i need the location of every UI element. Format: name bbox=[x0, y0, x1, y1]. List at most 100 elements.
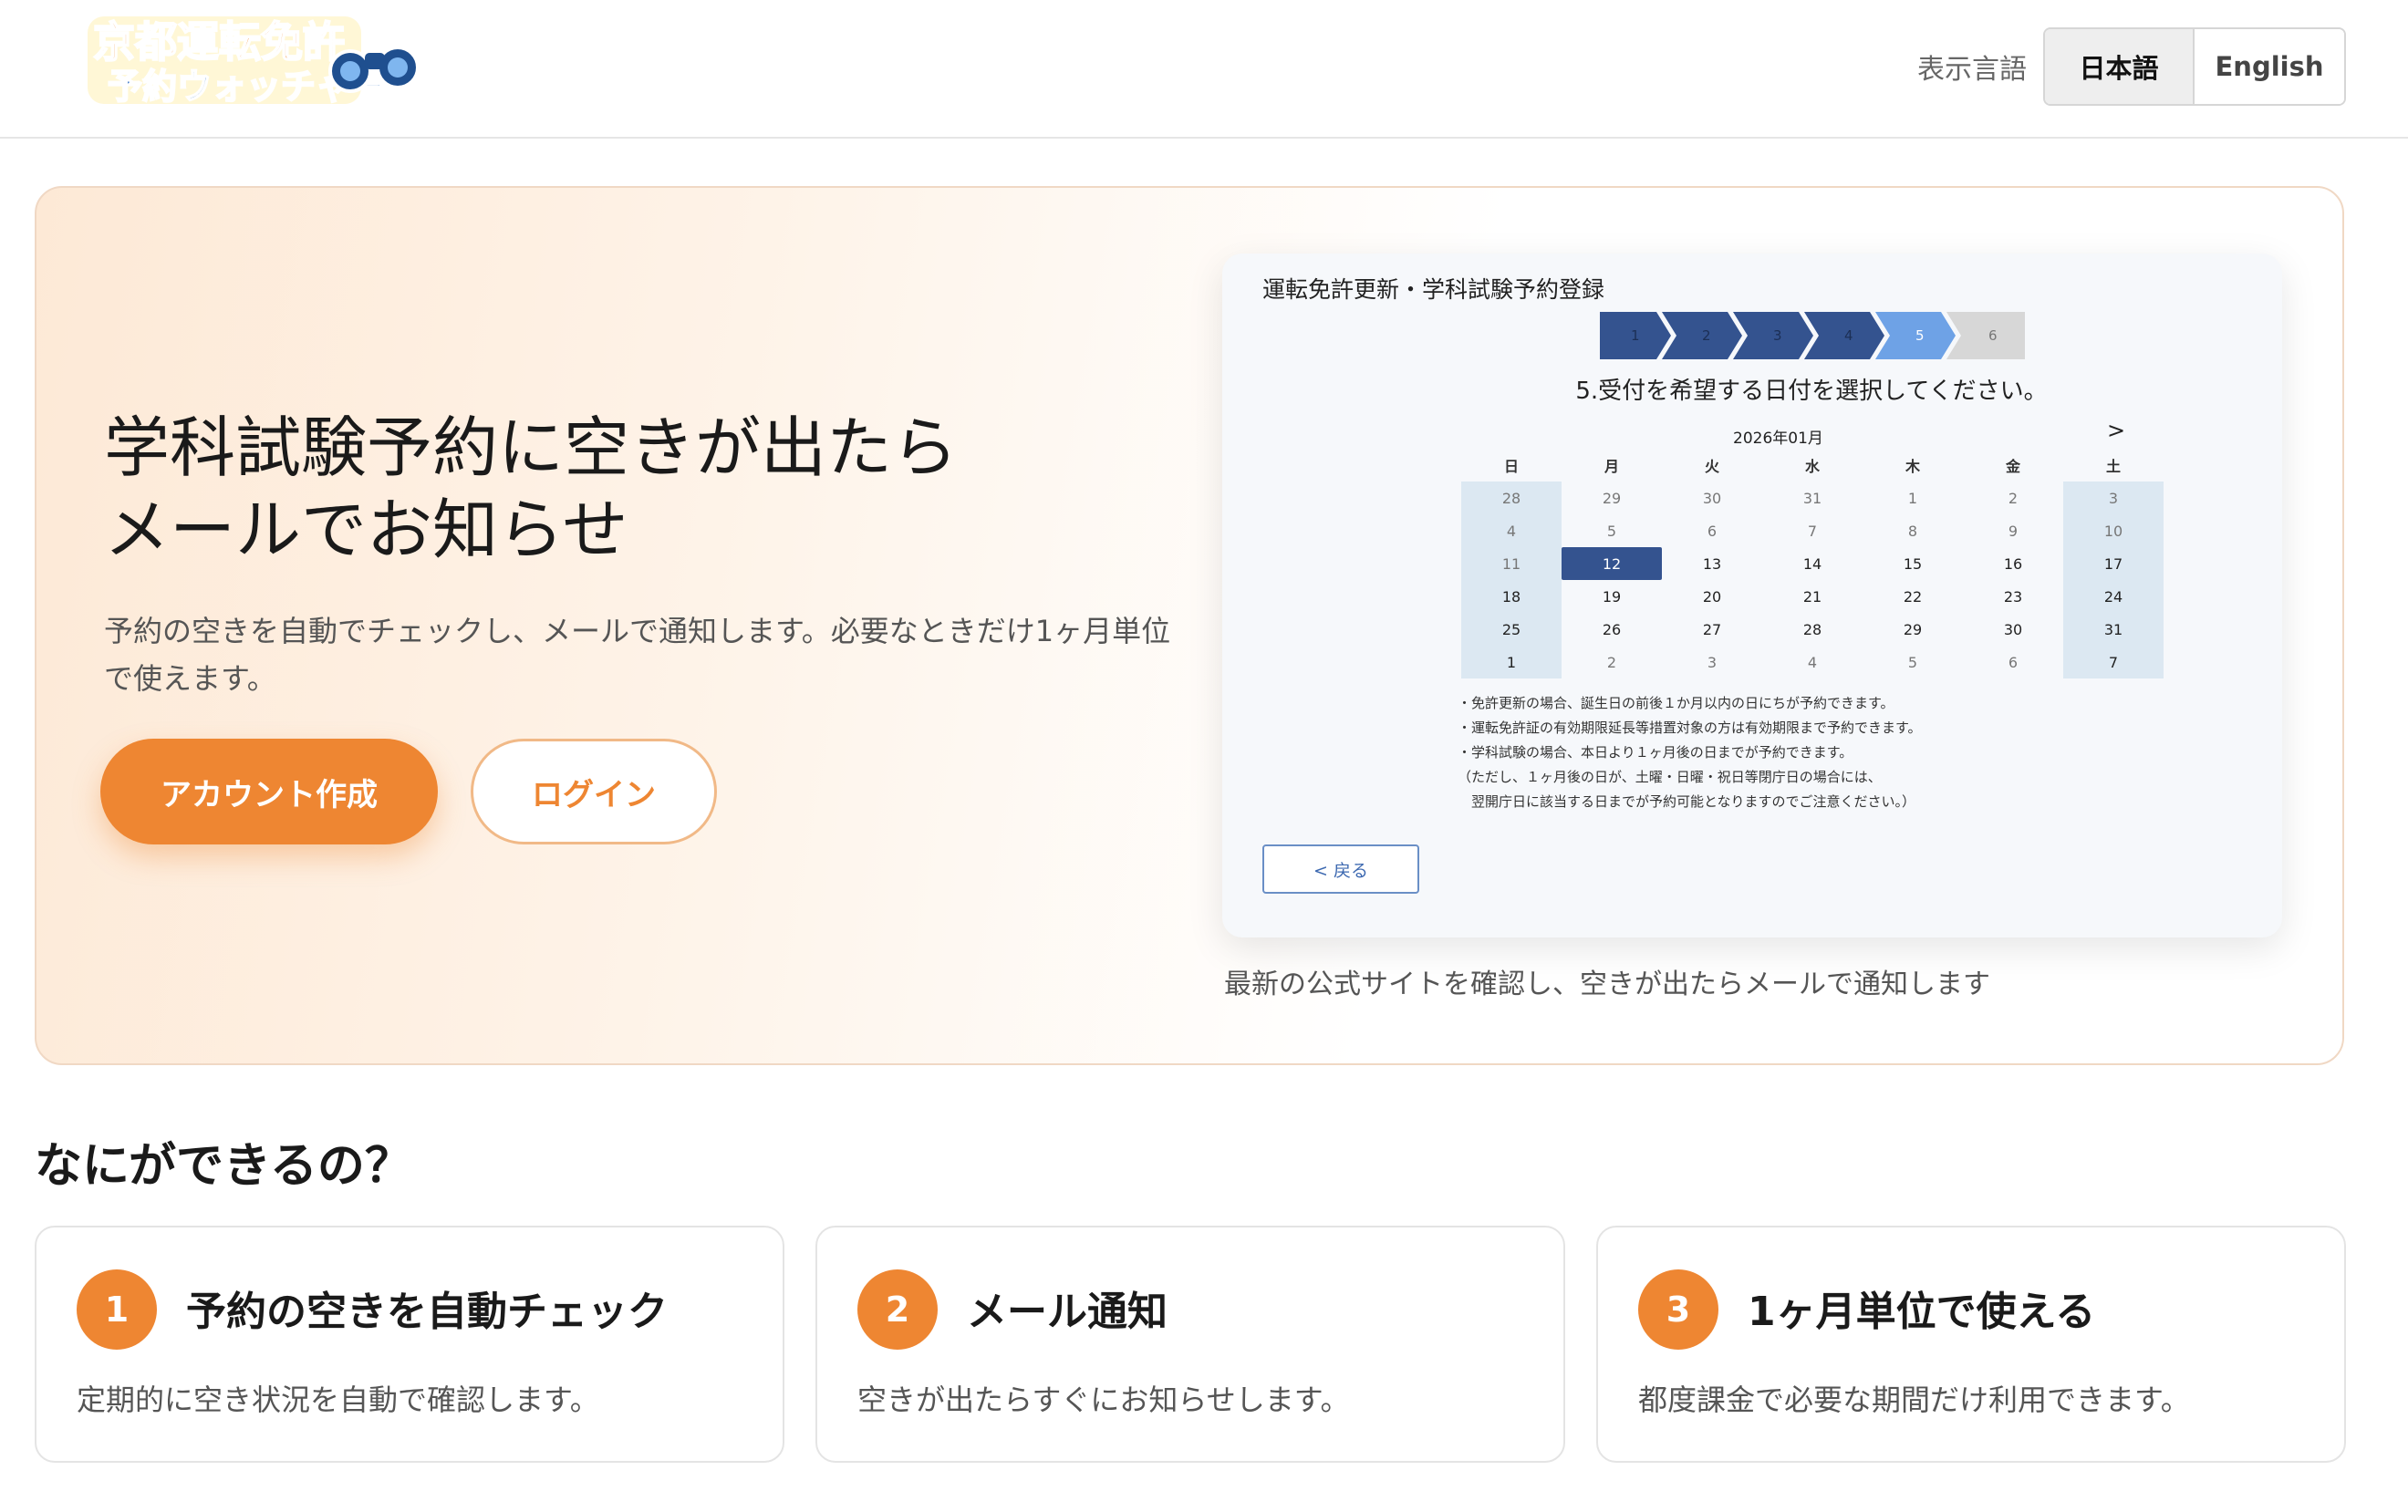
logo-graphic: 京都運転免許 予約ウォッチャー bbox=[88, 16, 420, 108]
step-1: 1 bbox=[1631, 327, 1640, 344]
calendar-day: 11 bbox=[1461, 547, 1562, 580]
feature-title: メール通知 bbox=[967, 1289, 1168, 1335]
calendar-day: 3 bbox=[1707, 653, 1718, 671]
hero-subtitle: 予約の空きを自動でチェックし、メールで通知します。必要なときだけ1ヶ月単位で使え… bbox=[104, 614, 1171, 696]
note-line: ・免許更新の場合、誕生日の前後１か月以内の日にちが予約できます。 bbox=[1458, 695, 1894, 711]
hero-title: 学科試験予約に空きが出たら メールでお知らせ bbox=[104, 407, 1199, 571]
calendar-day: 5 bbox=[1907, 653, 1918, 671]
create-account-button[interactable]: アカウント作成 bbox=[100, 739, 438, 844]
calendar-day-available[interactable]: 1 bbox=[1461, 646, 1562, 678]
step-2: 2 bbox=[1702, 327, 1711, 344]
hero-title-line2: メールでお知らせ bbox=[104, 492, 628, 568]
calendar-day: 29 bbox=[1602, 489, 1622, 507]
calendar-day-available[interactable]: 25 bbox=[1461, 613, 1562, 646]
calendar-week: 28 29 30 31 1 2 3 bbox=[1461, 482, 2164, 514]
step-arrows bbox=[1600, 312, 2025, 359]
note-line: ・運転免許証の有効期限延長等措置対象の方は有効期限まで予約できます。 bbox=[1458, 720, 1922, 736]
feature-card-email: 2 メール通知 空きが出たらすぐにお知らせします。 bbox=[815, 1226, 1565, 1463]
calendar-day-available[interactable]: 31 bbox=[2063, 613, 2164, 646]
login-button[interactable]: ログイン bbox=[471, 739, 717, 844]
calendar-day: 6 bbox=[1707, 522, 1718, 540]
feature-number-badge: 2 bbox=[857, 1269, 938, 1350]
step-indicator: 1 2 3 4 5 6 bbox=[1600, 312, 2025, 359]
calendar-day-available[interactable]: 29 bbox=[1863, 613, 1963, 646]
feature-card-monthly: 3 1ヶ月単位で使える 都度課金で必要な期間だけ利用できます。 bbox=[1596, 1226, 2346, 1463]
weekday-tue: 火 bbox=[1704, 458, 1719, 475]
feature-title: 1ヶ月単位で使える bbox=[1748, 1289, 2096, 1335]
calendar-day-available[interactable]: 16 bbox=[1963, 547, 2063, 580]
language-switcher: 表示言語 日本語 English bbox=[1917, 27, 2346, 106]
calendar-weekday-row: 日 月 火 水 木 金 土 bbox=[1461, 449, 2164, 482]
language-toggle: 日本語 English bbox=[2043, 27, 2346, 106]
feature-description: 都度課金で必要な期間だけ利用できます。 bbox=[1638, 1383, 2190, 1417]
calendar-day-available[interactable]: 23 bbox=[1963, 580, 2063, 613]
calendar-day-available[interactable]: 17 bbox=[2063, 547, 2164, 580]
calendar-week: 25 26 27 28 29 30 31 bbox=[1461, 613, 2164, 646]
calendar-day: 8 bbox=[1907, 522, 1918, 540]
calendar-grid: 日 月 火 水 木 金 土 28 29 30 31 1 2 3 4 5 6 7 … bbox=[1461, 449, 2164, 678]
calendar-day-available[interactable]: 19 bbox=[1562, 580, 1662, 613]
calendar-day-available[interactable]: 7 bbox=[2063, 646, 2164, 678]
calendar-day-available[interactable]: 15 bbox=[1863, 547, 1963, 580]
weekday-sat: 土 bbox=[2105, 458, 2121, 475]
calendar-week: 1 2 3 4 5 6 7 bbox=[1461, 646, 2164, 678]
hero-title-line1: 学科試験予約に空きが出たら bbox=[104, 409, 959, 486]
mockup-caption: 最新の公式サイトを確認し、空きが出たらメールで通知します bbox=[1224, 968, 1990, 1000]
weekday-fri: 金 bbox=[2005, 458, 2020, 475]
reservation-mockup: 運転免許更新・学科試験予約登録 1 2 3 4 5 6 5.受付を希望する日付を… bbox=[1222, 254, 2282, 937]
calendar-day: 7 bbox=[1807, 522, 1818, 540]
calendar-day-available[interactable]: 27 bbox=[1662, 613, 1762, 646]
calendar-day-available[interactable]: 20 bbox=[1662, 580, 1762, 613]
feature-description: 空きが出たらすぐにお知らせします。 bbox=[857, 1383, 1350, 1417]
hero-section: 学科試験予約に空きが出たら メールでお知らせ 予約の空きを自動でチェックし、メー… bbox=[35, 186, 2344, 1065]
calendar-day-available[interactable]: 21 bbox=[1762, 580, 1863, 613]
calendar-day: 1 bbox=[1907, 489, 1918, 507]
calendar-day: 31 bbox=[1802, 489, 1822, 507]
step-6-arrow bbox=[1946, 312, 2025, 359]
language-label: 表示言語 bbox=[1917, 54, 2027, 86]
calendar-day-selected[interactable]: 12 bbox=[1562, 547, 1662, 580]
mockup-instruction: 5.受付を希望する日付を選択してください。 bbox=[1575, 378, 2048, 405]
weekday-wed: 水 bbox=[1804, 458, 1820, 475]
reservation-notes: ・免許更新の場合、誕生日の前後１か月以内の日にちが予約できます。 ・運転免許証の… bbox=[1458, 691, 2096, 814]
calendar-next-button[interactable]: > bbox=[2107, 418, 2125, 443]
calendar-day-available[interactable]: 14 bbox=[1762, 547, 1863, 580]
lang-ja-button[interactable]: 日本語 bbox=[2045, 29, 2195, 104]
calendar-day-available[interactable]: 28 bbox=[1762, 613, 1863, 646]
step-4: 4 bbox=[1844, 327, 1853, 344]
feature-number-badge: 1 bbox=[77, 1269, 157, 1350]
calendar-day: 2 bbox=[2008, 489, 2019, 507]
mockup-title: 運転免許更新・学科試験予約登録 bbox=[1262, 276, 1605, 303]
note-line: 翌開庁日に該当する日までが予約可能となりますのでご注意ください。） bbox=[1458, 793, 1916, 810]
calendar-day: 28 bbox=[1461, 482, 1562, 514]
calendar-day-available[interactable]: 30 bbox=[1963, 613, 2063, 646]
calendar-day: 5 bbox=[1606, 522, 1617, 540]
site-logo[interactable]: 京都運転免許 予約ウォッチャー bbox=[84, 9, 431, 109]
calendar-day-available[interactable]: 18 bbox=[1461, 580, 1562, 613]
calendar-day-available[interactable]: 22 bbox=[1863, 580, 1963, 613]
note-line: ・学科試験の場合、本日より１ヶ月後の日までが予約できます。 bbox=[1458, 744, 1853, 761]
calendar-day-available[interactable]: 13 bbox=[1662, 547, 1762, 580]
calendar-day: 4 bbox=[1461, 514, 1562, 547]
site-header: 京都運転免許 予約ウォッチャー 表示言語 日本語 English bbox=[0, 0, 2408, 139]
feature-description: 定期的に空き状況を自動で確認します。 bbox=[77, 1383, 599, 1417]
calendar-day: 6 bbox=[2008, 653, 2019, 671]
back-button[interactable]: < 戻る bbox=[1262, 844, 1419, 894]
calendar-week: 18 19 20 21 22 23 24 bbox=[1461, 580, 2164, 613]
calendar-day: 30 bbox=[1702, 489, 1722, 507]
weekday-thu: 木 bbox=[1905, 458, 1920, 475]
features-heading: なにができるの？ bbox=[35, 1139, 412, 1194]
calendar-day: 4 bbox=[1807, 653, 1818, 671]
weekday-mon: 月 bbox=[1604, 458, 1619, 475]
step-3: 3 bbox=[1773, 327, 1782, 344]
calendar-day-available[interactable]: 24 bbox=[2063, 580, 2164, 613]
calendar-day: 10 bbox=[2063, 514, 2164, 547]
feature-card-auto-check: 1 予約の空きを自動チェック 定期的に空き状況を自動で確認します。 bbox=[35, 1226, 784, 1463]
calendar-week: 11 12 13 14 15 16 17 bbox=[1461, 547, 2164, 580]
feature-number-badge: 3 bbox=[1638, 1269, 1718, 1350]
lang-en-button[interactable]: English bbox=[2195, 29, 2344, 104]
note-line: （ただし、１ヶ月後の日が、土曜・日曜・祝日等閉庁日の場合には、 bbox=[1458, 769, 1882, 785]
calendar-day-available[interactable]: 26 bbox=[1562, 613, 1662, 646]
step-5: 5 bbox=[1915, 327, 1925, 344]
calendar-day: 9 bbox=[2008, 522, 2019, 540]
